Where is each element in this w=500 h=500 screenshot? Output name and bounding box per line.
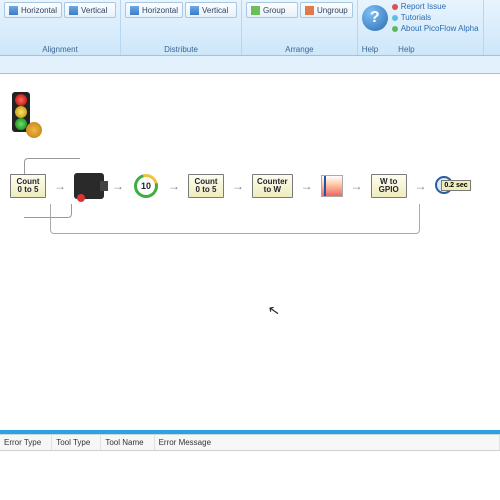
start-node-traffic-light[interactable] <box>6 92 46 142</box>
group-label: Group <box>263 6 285 15</box>
node-counter-line2: to W <box>257 186 288 194</box>
node-count-0-to-5-b[interactable]: Count 0 to 5 <box>188 174 224 199</box>
col-tool-name[interactable]: Tool Name <box>101 435 154 450</box>
node-count-b-line2: 0 to 5 <box>193 186 219 194</box>
node-count-0-to-5-a[interactable]: Count 0 to 5 <box>10 174 46 199</box>
tutorials-label: Tutorials <box>401 13 431 22</box>
align-vertical-label: Vertical <box>81 6 107 15</box>
gear-icon <box>26 122 42 138</box>
arrow-icon: → <box>232 179 244 193</box>
node-camera[interactable] <box>74 173 104 199</box>
flow-chain: Count 0 to 5 → → 10 → Count 0 to 5 → Cou… <box>10 172 461 200</box>
report-issue-label: Report Issue <box>401 2 446 11</box>
align-horizontal-icon <box>9 6 18 15</box>
align-vertical-icon <box>69 6 78 15</box>
node-counter-to-w[interactable]: Counter to W <box>252 174 293 199</box>
node-w-to-gpio[interactable]: W to GPIO <box>371 174 407 199</box>
node-chart[interactable] <box>321 175 343 197</box>
ribbon-group-distribute: Horizontal Vertical Distribute <box>121 0 242 55</box>
arrow-icon: → <box>351 179 363 193</box>
align-horizontal-label: Horizontal <box>21 6 57 15</box>
ungroup-button[interactable]: Ungroup <box>300 2 353 18</box>
ribbon-group-arrange-label: Arrange <box>246 43 353 54</box>
node-count-a-line2: 0 to 5 <box>15 186 41 194</box>
report-issue-link[interactable]: Report Issue <box>392 2 446 11</box>
about-link[interactable]: About PicoFlow Alpha <box>392 24 479 33</box>
col-error-type[interactable]: Error Type <box>0 435 52 450</box>
error-panel-header: Error Type Tool Type Tool Name Error Mes… <box>0 435 500 451</box>
help-big-label: Help <box>362 45 378 54</box>
tutorials-link[interactable]: Tutorials <box>392 13 431 22</box>
error-panel: Error Type Tool Type Tool Name Error Mes… <box>0 434 500 500</box>
ribbon-group-distribute-label: Distribute <box>125 43 237 54</box>
flow-canvas[interactable]: Count 0 to 5 → → 10 → Count 0 to 5 → Cou… <box>0 74 500 430</box>
arrow-icon: → <box>415 179 427 193</box>
distribute-vertical-icon <box>190 6 199 15</box>
about-icon <box>392 26 398 32</box>
arrow-icon: → <box>168 179 180 193</box>
distribute-horizontal-button[interactable]: Horizontal <box>125 2 183 18</box>
cycle-number: 10 <box>132 172 160 200</box>
mouse-cursor-icon: ↖ <box>267 301 282 320</box>
distribute-horizontal-icon <box>130 6 139 15</box>
ungroup-label: Ungroup <box>317 6 348 15</box>
ribbon-group-alignment-label: Alignment <box>4 43 116 54</box>
col-error-message[interactable]: Error Message <box>155 435 500 450</box>
ribbon-group-arrange: Group Ungroup Arrange <box>242 0 358 55</box>
ribbon-group-alignment: Horizontal Vertical Alignment <box>0 0 121 55</box>
tutorials-icon <box>392 15 398 21</box>
node-cycle-10[interactable]: 10 <box>132 172 160 200</box>
ungroup-icon <box>305 6 314 15</box>
group-button[interactable]: Group <box>246 2 298 18</box>
ribbon-toolbar: Horizontal Vertical Alignment Horizontal… <box>0 0 500 56</box>
node-timer[interactable]: 0.2 sec <box>435 174 461 198</box>
arrow-icon: → <box>54 179 66 193</box>
align-horizontal-button[interactable]: Horizontal <box>4 2 62 18</box>
report-issue-icon <box>392 4 398 10</box>
record-indicator-icon <box>77 194 85 202</box>
distribute-horizontal-label: Horizontal <box>142 6 178 15</box>
col-tool-type[interactable]: Tool Type <box>52 435 101 450</box>
align-vertical-button[interactable]: Vertical <box>64 2 116 18</box>
distribute-vertical-label: Vertical <box>202 6 228 15</box>
ribbon-group-help: ? Report Issue Tutorials About PicoFlow … <box>358 0 484 55</box>
node-wgpio-line2: GPIO <box>376 186 402 194</box>
distribute-vertical-button[interactable]: Vertical <box>185 2 237 18</box>
about-label: About PicoFlow Alpha <box>401 24 479 33</box>
help-group-label: Help <box>398 45 414 54</box>
group-icon <box>251 6 260 15</box>
secondary-strip <box>0 56 500 74</box>
connector-loop-outer <box>50 204 420 234</box>
timer-value: 0.2 sec <box>441 180 470 191</box>
arrow-icon: → <box>301 179 313 193</box>
arrow-icon: → <box>112 179 124 193</box>
help-icon[interactable]: ? <box>362 5 388 31</box>
